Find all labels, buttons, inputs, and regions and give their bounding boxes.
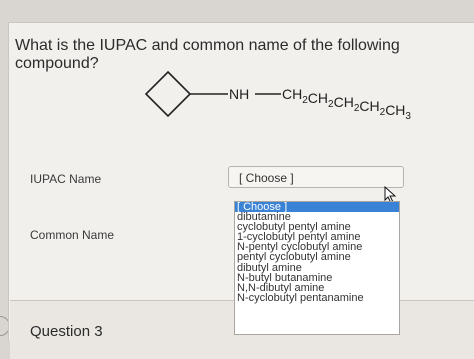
question-3-label: Question 3: [30, 323, 103, 340]
dropdown-option[interactable]: N-cyclobutyl pentanamine: [235, 292, 399, 303]
cyclobutane-ring: [144, 70, 192, 118]
chemical-structure: NH CH2CH2CH2CH2CH3: [144, 70, 411, 122]
chain-formula: CH2CH2CH2CH2CH3: [282, 86, 411, 122]
iupac-name-select[interactable]: [ Choose ]: [228, 166, 404, 188]
common-name-label: Common Name: [30, 228, 115, 242]
nh-label: NH: [229, 86, 249, 102]
dropdown-options-list[interactable]: [ Choose ] dibutamine cyclobutyl pentyl am…: [234, 201, 400, 335]
iupac-select-value: [ Choose ]: [239, 171, 294, 185]
chain-label: CH2CH2CH2CH2CH3: [282, 86, 411, 122]
iupac-name-label: IUPAC Name: [30, 172, 102, 186]
